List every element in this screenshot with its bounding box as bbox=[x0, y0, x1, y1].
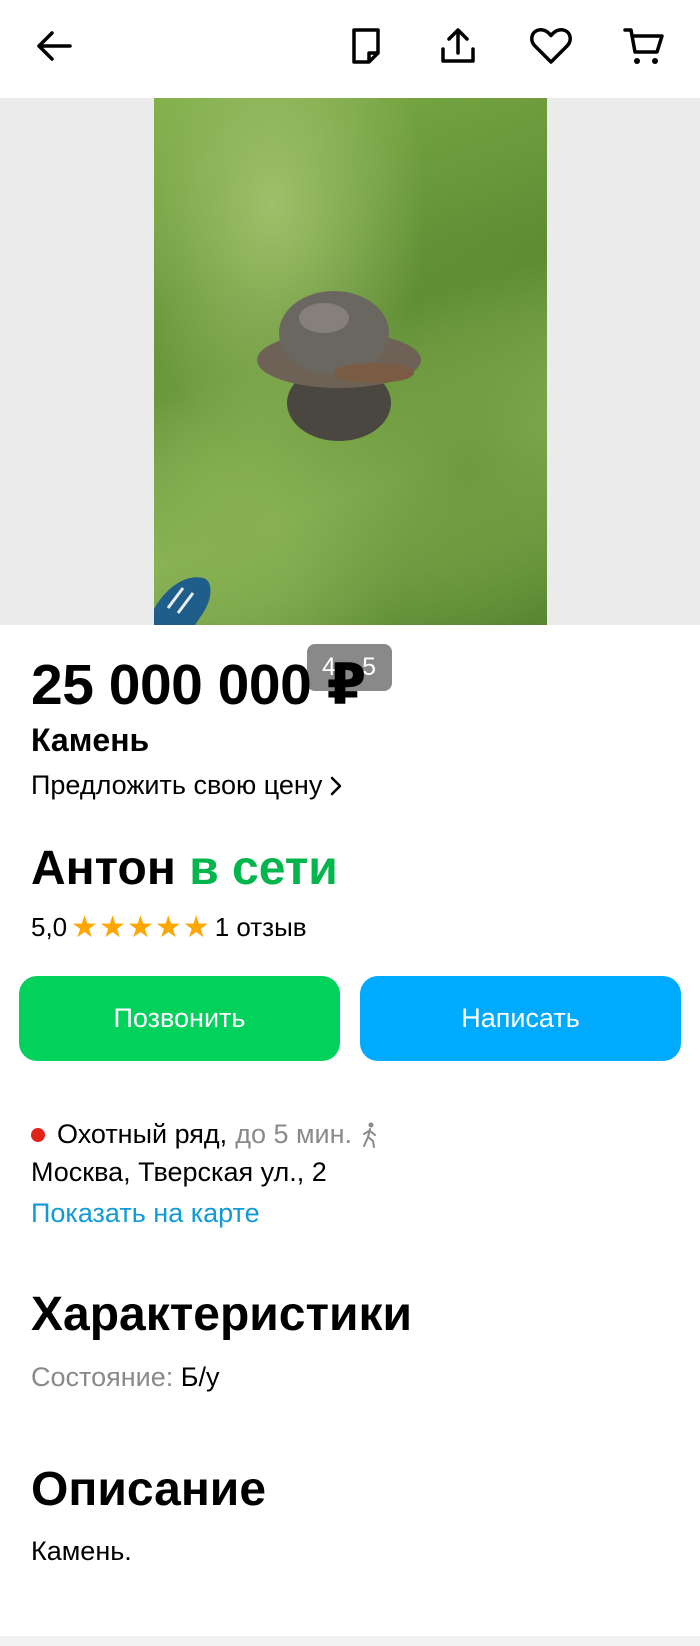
listing-title: Камень bbox=[31, 722, 150, 758]
offer-price-link[interactable]: Предложить свою цену bbox=[31, 770, 342, 801]
seller-name: Антон bbox=[31, 842, 176, 895]
top-toolbar bbox=[0, 0, 700, 98]
star-icon: ★ bbox=[182, 911, 211, 944]
metro-station: Охотный ряд, до 5 мин. bbox=[31, 1119, 380, 1150]
condition-label: Состояние: bbox=[31, 1362, 174, 1392]
reviews-count: 1 отзыв bbox=[214, 912, 307, 942]
seller-rating[interactable]: 5,0 ★★★★★ 1 отзыв bbox=[31, 910, 307, 945]
listing-photo[interactable] bbox=[154, 98, 547, 625]
bottom-divider bbox=[0, 1636, 700, 1646]
metro-walk-time: до 5 мин. bbox=[235, 1119, 353, 1149]
show-on-map-link[interactable]: Показать на карте bbox=[31, 1198, 260, 1229]
write-button[interactable]: Написать bbox=[360, 976, 681, 1061]
heart-icon[interactable] bbox=[527, 22, 575, 70]
note-icon[interactable] bbox=[342, 22, 390, 70]
star-icon: ★ bbox=[99, 911, 127, 944]
avito-watermark: Avito bbox=[480, 694, 520, 711]
address: Москва, Тверская ул., 2 bbox=[31, 1157, 327, 1187]
online-status: в сети bbox=[189, 842, 338, 895]
star-icon: ★ bbox=[126, 911, 155, 944]
listing-price: 25 000 000 ₽ bbox=[31, 653, 366, 717]
walking-person-icon bbox=[363, 1122, 377, 1148]
photo-gallery[interactable]: 4 - 5 Avito bbox=[0, 98, 700, 711]
offer-price-label: Предложить свою цену bbox=[31, 770, 323, 800]
characteristics-heading: Характеристики bbox=[31, 1288, 413, 1341]
back-arrow-icon[interactable] bbox=[30, 22, 78, 70]
chevron-right-icon bbox=[331, 776, 342, 795]
cart-icon[interactable] bbox=[620, 22, 668, 70]
stone-image bbox=[257, 291, 421, 441]
condition-value: Б/у bbox=[180, 1362, 220, 1392]
metro-name: Охотный ряд, bbox=[57, 1119, 228, 1149]
rating-value: 5,0 bbox=[31, 912, 68, 942]
shoe-image bbox=[154, 577, 211, 625]
description-heading: Описание bbox=[31, 1463, 267, 1516]
description-text: Камень. bbox=[31, 1536, 132, 1566]
condition-row: Состояние: Б/у bbox=[31, 1362, 219, 1393]
star-icon: ★ bbox=[154, 911, 183, 944]
call-button[interactable]: Позвонить bbox=[19, 976, 340, 1061]
star-icon: ★ bbox=[71, 911, 100, 944]
seller-name-line[interactable]: Антон в сети bbox=[31, 841, 338, 896]
rating-stars: ★★★★★ bbox=[71, 910, 211, 945]
share-icon[interactable] bbox=[434, 22, 482, 70]
metro-line-dot bbox=[31, 1127, 45, 1142]
